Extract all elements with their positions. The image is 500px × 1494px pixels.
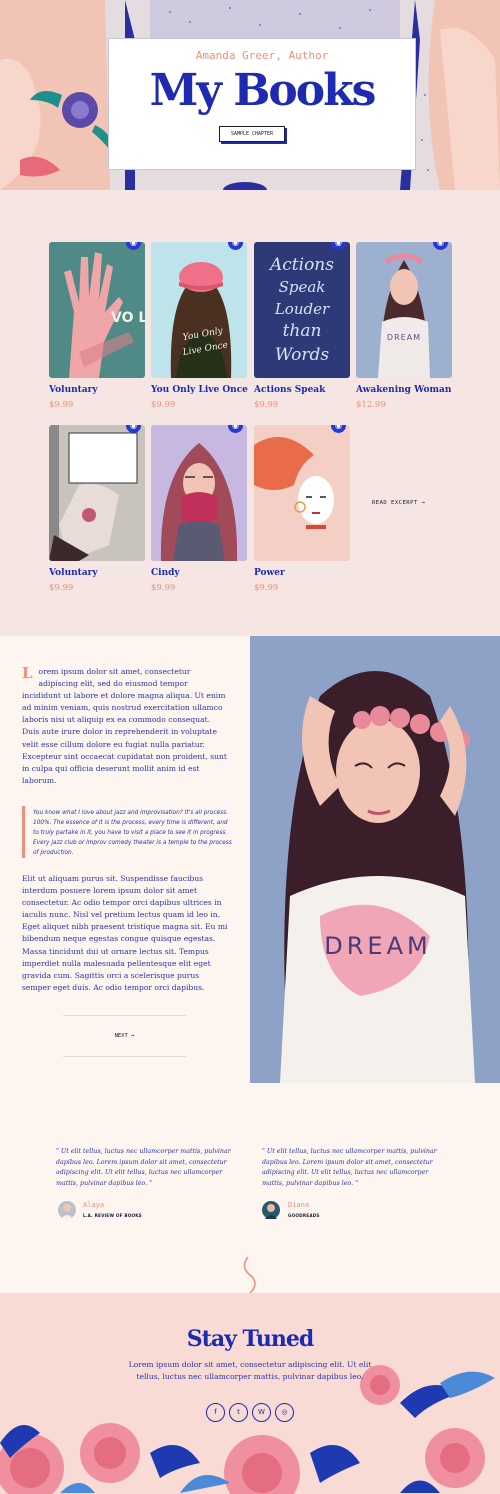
svg-text:DREAM: DREAM	[387, 333, 421, 342]
wordpress-icon[interactable]: W	[252, 1403, 271, 1422]
book-cover[interactable]: ◉	[49, 425, 145, 561]
testimonial-quote: " Ut elit tellus, luctus nec ullamcorper…	[56, 1148, 231, 1187]
book-card[interactable]: ◉ Cindy $9.99	[151, 425, 247, 593]
read-excerpt-label: READ EXCERPT	[372, 500, 418, 506]
book-price: $12.99	[356, 400, 386, 410]
article-paragraph: Lorem ipsum dolor sit amet, consectetur …	[22, 666, 228, 787]
book-title[interactable]: Awakening Woman	[356, 385, 452, 395]
book-price: $9.99	[254, 400, 279, 410]
testimonial-source: L.A. REVIEW OF BOOKS	[83, 1213, 142, 1218]
newsletter-title: Stay Tuned	[186, 1326, 314, 1352]
book-price: $9.99	[151, 583, 176, 593]
book-title[interactable]: Voluntary	[49, 568, 145, 578]
instagram-icon[interactable]: ◎	[275, 1403, 294, 1422]
book-cover-art: VO LUN TARY	[64, 252, 145, 378]
next-button[interactable]: NEXT →	[63, 1015, 186, 1057]
cover-text: VO LUN TARY	[111, 310, 145, 326]
book-card[interactable]: DREAM ◉ Awakening Woman $12.99	[356, 242, 452, 410]
shirt-text: DREAM	[324, 932, 431, 960]
paragraph-text: orem ipsum dolor sit amet, consectetur a…	[22, 667, 227, 785]
blockquote: You know what I love about jazz and impr…	[33, 810, 232, 857]
arrow-right-icon: →	[127, 1033, 135, 1039]
book-cover-art: Actions Speak Louder than Words	[268, 255, 334, 365]
svg-text:Words: Words	[275, 345, 330, 365]
book-card[interactable]: You Only Live Once ◉ You Only Live Once …	[151, 242, 248, 410]
book-card[interactable]: Actions Speak Louder than Words ◉ Action…	[254, 242, 350, 410]
book-card[interactable]: VO LUN TARY ◉ Voluntary $9.99	[49, 242, 145, 410]
book-price: $9.99	[254, 583, 279, 593]
floral-decoration	[0, 1365, 495, 1494]
article-paragraph-2: Elit ut aliquam purus sit. Suspendisse f…	[22, 874, 228, 992]
book-cover[interactable]: Actions Speak Louder than Words ◉	[254, 242, 350, 378]
hero-card: Amanda Greer, Author My Books SAMPLE CHA…	[108, 38, 416, 170]
hero-author: Amanda Greer, Author	[195, 49, 329, 62]
book-cover[interactable]: You Only Live Once ◉	[151, 242, 247, 378]
next-label: NEXT	[114, 1033, 128, 1039]
article-section: Lorem ipsum dolor sit amet, consectetur …	[0, 636, 250, 1083]
testimonial-name: Diana	[288, 1201, 310, 1209]
book-card[interactable]: ◉ Voluntary $9.99	[49, 425, 145, 593]
book-price: $9.99	[49, 400, 74, 410]
book-card[interactable]: ◉ Power $9.99	[254, 425, 350, 593]
book-cover[interactable]: ◉	[254, 425, 350, 561]
books-section: VO LUN TARY ◉ Voluntary $9.99 You Only L…	[0, 190, 500, 636]
book-title[interactable]: You Only Live Once	[151, 385, 248, 395]
read-excerpt-link[interactable]: READ EXCERPT →	[372, 500, 425, 506]
book-cover[interactable]: DREAM ◉	[356, 242, 452, 378]
book-cover-art: You Only Live Once	[170, 262, 232, 378]
book-title[interactable]: Actions Speak	[254, 385, 350, 395]
book-title[interactable]: Power	[254, 568, 350, 578]
quote-bar	[22, 806, 25, 858]
testimonial-quote: " Ut elit tellus, luctus nec ullamcorper…	[262, 1148, 437, 1187]
twitter-icon[interactable]: t	[229, 1403, 248, 1422]
book-cover-art	[254, 437, 334, 529]
svg-text:Actions: Actions	[268, 255, 334, 275]
newsletter-section: Stay Tuned Lorem ipsum dolor sit amet, c…	[0, 1293, 500, 1494]
avatar	[58, 1201, 76, 1219]
sample-chapter-button[interactable]: SAMPLE CHAPTER	[219, 126, 285, 142]
book-cover[interactable]: ◉	[151, 425, 247, 561]
svg-text:Louder: Louder	[274, 300, 330, 318]
book-title[interactable]: Cindy	[151, 568, 247, 578]
avatar	[262, 1201, 280, 1219]
book-cover-art	[160, 443, 238, 561]
svg-text:than: than	[283, 321, 322, 341]
testimonial-name: Alaya	[83, 1201, 105, 1209]
testimonials-section: " Ut elit tellus, luctus nec ullamcorper…	[0, 1083, 500, 1294]
drop-cap: L	[22, 664, 33, 682]
page-title: My Books	[149, 65, 377, 116]
squiggle-divider	[243, 1256, 256, 1294]
woman-illustration: DREAM	[250, 636, 500, 1083]
book-cover-art: DREAM	[378, 253, 430, 378]
facebook-icon[interactable]: f	[206, 1403, 225, 1422]
book-cover[interactable]: VO LUN TARY ◉	[49, 242, 145, 378]
arrow-right-icon: →	[421, 500, 426, 506]
hero-section: Amanda Greer, Author My Books SAMPLE CHA…	[0, 0, 500, 190]
article-image: DREAM	[250, 636, 500, 1083]
book-cover-art	[49, 425, 145, 561]
book-title[interactable]: Voluntary	[49, 385, 145, 395]
testimonial-source: GOODREADS	[288, 1213, 320, 1218]
book-price: $9.99	[49, 583, 74, 593]
svg-text:Speak: Speak	[279, 278, 326, 296]
newsletter-text: Lorem ipsum dolor sit amet, consectetur …	[128, 1360, 372, 1381]
book-price: $9.99	[151, 400, 176, 410]
